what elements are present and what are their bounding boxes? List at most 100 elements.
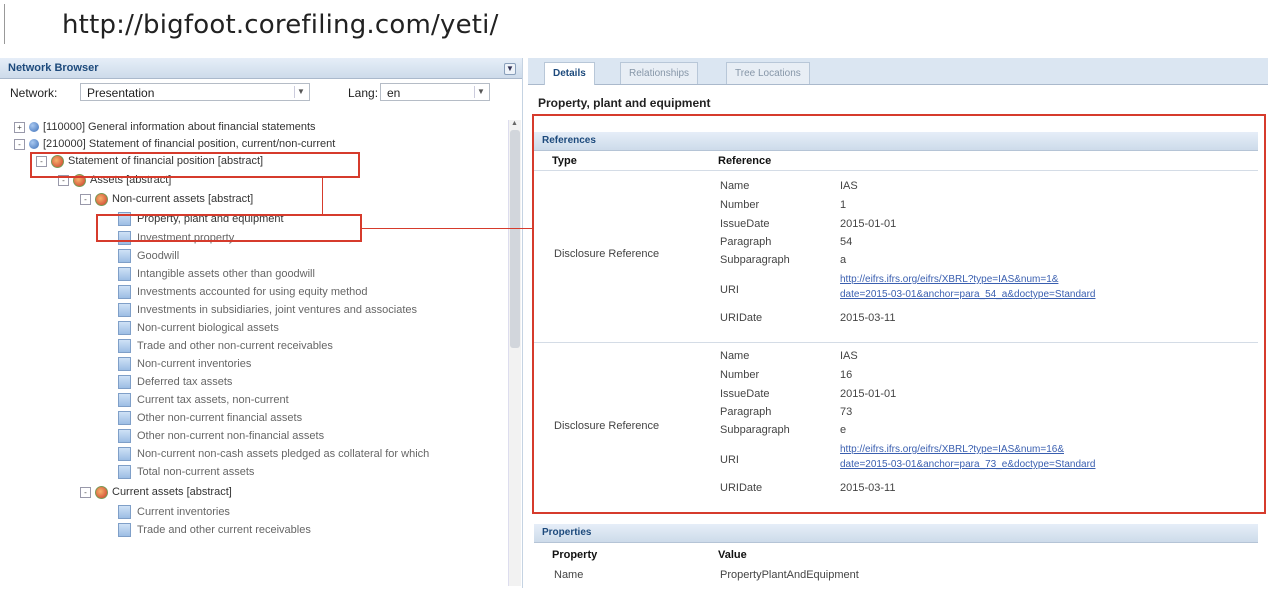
scrollbar-thumb[interactable]: [510, 130, 520, 348]
field-value: 2015-01-01: [840, 388, 897, 400]
field-value: IAS: [840, 350, 858, 362]
tree-node[interactable]: Investments in subsidiaries, joint ventu…: [118, 303, 417, 318]
tree-node[interactable]: Goodwill: [118, 249, 179, 264]
field-value: a: [840, 254, 847, 266]
concept-icon: [118, 339, 131, 354]
tree-node[interactable]: Current inventories: [118, 505, 230, 520]
field-value: 73: [840, 406, 853, 418]
concept-icon: [118, 447, 131, 462]
url-caption: http://bigfoot.corefiling.com/yeti/: [62, 10, 499, 40]
network-select[interactable]: Presentation ▼: [80, 83, 310, 101]
tab-tree-locations[interactable]: Tree Locations: [726, 62, 810, 84]
uri-link[interactable]: date=2015-03-01&anchor=para_54_a&doctype…: [840, 289, 1095, 300]
tree-node[interactable]: Investments accounted for using equity m…: [118, 285, 368, 300]
field-value: 2015-03-11: [840, 312, 896, 324]
field-value: 16: [840, 369, 853, 381]
uri-link[interactable]: http://eifrs.ifrs.org/eifrs/XBRL?type=IA…: [840, 274, 1058, 285]
network-tree: + [110000] General information about fina…: [0, 118, 508, 588]
field-key: Number: [720, 199, 760, 211]
tree-node[interactable]: Other non-current non-financial assets: [118, 429, 324, 444]
field-key: Subparagraph: [720, 424, 790, 436]
field-key: IssueDate: [720, 218, 770, 230]
tree-node[interactable]: Current tax assets, non-current: [118, 393, 289, 408]
concept-icon: [118, 285, 131, 300]
column-value: Value: [718, 549, 747, 561]
column-type: Type: [552, 155, 577, 167]
tree-node[interactable]: Intangible assets other than goodwill: [118, 267, 315, 282]
field-value: 1: [840, 199, 847, 211]
column-reference: Reference: [718, 155, 772, 167]
concept-icon: [118, 523, 131, 538]
concept-icon: [118, 321, 131, 336]
tree-node[interactable]: Non-current biological assets: [118, 321, 279, 336]
lang-value: en: [387, 86, 401, 100]
tree-node[interactable]: Deferred tax assets: [118, 375, 232, 390]
field-key: Number: [720, 369, 760, 381]
tree-node[interactable]: Total non-current assets: [118, 465, 254, 480]
row-divider: [534, 170, 1258, 171]
field-value: IAS: [840, 180, 858, 192]
field-key: URI: [720, 454, 739, 466]
concept-icon: [118, 357, 131, 372]
uri-link[interactable]: http://eifrs.ifrs.org/eifrs/XBRL?type=IA…: [840, 444, 1064, 455]
expand-icon[interactable]: +: [14, 121, 25, 133]
row-divider: [534, 342, 1258, 343]
concept-icon: [118, 429, 131, 444]
field-key: Name: [720, 180, 750, 192]
tree-node[interactable]: Non-current inventories: [118, 357, 251, 372]
reference-row: Disclosure Reference Name IAS Number 1 I…: [534, 172, 1258, 338]
tab-details[interactable]: Details: [544, 62, 595, 85]
field-key: URI: [720, 284, 739, 296]
tree-node[interactable]: Trade and other current receivables: [118, 523, 311, 538]
reference-row: Disclosure Reference Name IAS Number 16 …: [534, 344, 1258, 510]
tree-node[interactable]: Other non-current financial assets: [118, 411, 302, 426]
reference-type: Disclosure Reference: [554, 420, 660, 432]
tree-node[interactable]: Trade and other non-current receivables: [118, 339, 333, 354]
concept-icon: [118, 393, 131, 408]
field-value: 54: [840, 236, 853, 248]
expand-icon[interactable]: -: [80, 486, 91, 498]
tab-relationships[interactable]: Relationships: [620, 62, 699, 84]
highlight-box-ppe: [96, 214, 362, 242]
expand-icon[interactable]: -: [14, 138, 25, 150]
references-section: References Type Reference Disclosure Ref…: [534, 132, 1258, 494]
collapse-icon[interactable]: ▼: [504, 63, 516, 75]
properties-table: Property Value Name PropertyPlantAndEqui…: [534, 543, 1258, 591]
concept-icon: [118, 249, 131, 264]
globe-icon: [29, 122, 39, 133]
tree-scrollbar[interactable]: ▲: [508, 120, 521, 586]
network-row: Network: Presentation ▼ Lang: en ▼: [0, 79, 522, 107]
uri-link[interactable]: date=2015-03-01&anchor=para_73_e&doctype…: [840, 459, 1095, 470]
field-value: e: [840, 424, 847, 436]
tree-node[interactable]: - Current assets [abstract]: [80, 485, 232, 500]
concept-icon: [118, 465, 131, 480]
properties-header: Properties: [534, 524, 1258, 543]
tree-node[interactable]: - [210000] Statement of financial positio…: [14, 137, 335, 152]
connector-arrow: [362, 228, 534, 229]
chevron-down-icon: ▼: [294, 86, 307, 98]
scroll-up-icon[interactable]: ▲: [511, 120, 518, 127]
field-key: URIDate: [720, 312, 763, 324]
tab-bar: Details Relationships Tree Locations: [528, 58, 1268, 85]
references-header: References: [534, 132, 1258, 151]
tree-node[interactable]: - Non-current assets [abstract]: [80, 192, 253, 207]
network-label: Network:: [10, 86, 58, 100]
field-key: Name: [720, 350, 750, 362]
lang-select[interactable]: en ▼: [380, 83, 490, 101]
tree-node[interactable]: Non-current non-cash assets pledged as c…: [118, 447, 429, 462]
network-browser-header: Network Browser ▼: [0, 58, 522, 79]
expand-icon[interactable]: -: [80, 193, 91, 205]
abstract-icon: [95, 485, 108, 499]
tree-node[interactable]: + [110000] General information about fina…: [14, 120, 316, 135]
globe-icon: [29, 139, 39, 150]
field-key: Subparagraph: [720, 254, 790, 266]
highlight-box-statement: [30, 152, 360, 178]
concept-icon: [118, 303, 131, 318]
chevron-down-icon: ▼: [474, 86, 487, 98]
details-panel: Details Relationships Tree Locations Pro…: [528, 58, 1268, 588]
references-column-header: Type Reference: [534, 151, 1258, 169]
properties-section: Properties Property Value Name PropertyP…: [534, 524, 1258, 591]
property-key: Name: [554, 569, 584, 581]
lang-label: Lang:: [348, 86, 379, 100]
network-browser-panel: Network Browser ▼ Network: Presentation …: [0, 58, 523, 588]
